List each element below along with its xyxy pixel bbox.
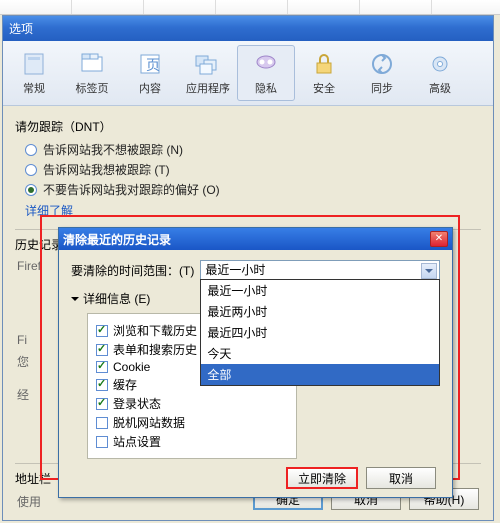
radio-icon (25, 164, 37, 176)
time-range-select[interactable]: 最近一小时 (200, 260, 440, 280)
check-label: 缓存 (113, 376, 137, 393)
tab-content-label: 内容 (139, 80, 161, 96)
clear-history-dialog: 清除最近的历史记录 ✕ 要清除的时间范围：(T) 最近一小时 最近一小时 最近两… (58, 227, 453, 498)
tab-tabs-label: 标签页 (76, 80, 109, 96)
check-site-settings[interactable]: 站点设置 (96, 433, 288, 450)
check-logins[interactable]: 登录状态 (96, 395, 288, 412)
tab-general[interactable]: 常规 (5, 45, 63, 101)
checkbox-icon (96, 379, 108, 391)
tab-general-label: 常规 (23, 80, 45, 96)
dialog-cancel-button[interactable]: 取消 (366, 467, 436, 489)
checkbox-icon (96, 344, 108, 356)
check-offline-data[interactable]: 脱机网站数据 (96, 414, 288, 431)
svg-text:页: 页 (146, 57, 160, 73)
dnt-option-label: 不要告诉网站我对跟踪的偏好 (O) (43, 181, 220, 198)
dnt-option-none[interactable]: 不要告诉网站我对跟踪的偏好 (O) (25, 181, 481, 198)
tab-privacy-label: 隐私 (255, 80, 277, 96)
tab-tabs[interactable]: 标签页 (63, 45, 121, 101)
radio-icon (25, 144, 37, 156)
titlebar: 选项 (3, 16, 493, 41)
tab-privacy[interactable]: 隐私 (237, 45, 295, 101)
gear-icon (426, 50, 454, 78)
toolbar: 常规 标签页 页 内容 应用程序 隐私 安全 同步 高级 (3, 41, 493, 106)
check-label: 浏览和下载历史 (113, 322, 197, 339)
dnt-learn-more-link[interactable]: 详细了解 (25, 202, 481, 219)
tab-security-label: 安全 (313, 80, 335, 96)
dropdown-option[interactable]: 最近一小时 (201, 280, 439, 301)
check-label: Cookie (113, 360, 150, 374)
dnt-heading: 请勿跟踪（DNT） (15, 118, 481, 135)
tab-applications-label: 应用程序 (186, 80, 230, 96)
details-label: 详细信息 (E) (83, 290, 150, 307)
tab-advanced[interactable]: 高级 (411, 45, 469, 101)
dropdown-option[interactable]: 全部 (201, 364, 439, 385)
close-button[interactable]: ✕ (430, 231, 448, 247)
check-label: 表单和搜索历史 (113, 341, 197, 358)
tab-sync[interactable]: 同步 (353, 45, 411, 101)
dnt-option-track[interactable]: 告诉网站我想被跟踪 (T) (25, 161, 481, 178)
applications-icon (194, 50, 222, 78)
dnt-option-label: 告诉网站我想被跟踪 (T) (43, 161, 170, 178)
tab-content[interactable]: 页 内容 (121, 45, 179, 101)
clear-now-button[interactable]: 立即清除 (286, 467, 358, 489)
privacy-icon (252, 50, 280, 78)
general-icon (20, 50, 48, 78)
checkbox-icon (96, 398, 108, 410)
content-icon: 页 (136, 50, 164, 78)
tab-security[interactable]: 安全 (295, 45, 353, 101)
checkbox-icon (96, 417, 108, 429)
window-title: 选项 (9, 20, 33, 37)
checkbox-icon (96, 361, 108, 373)
dnt-option-no-track[interactable]: 告诉网站我不想被跟踪 (N) (25, 141, 481, 158)
dialog-titlebar: 清除最近的历史记录 ✕ (59, 228, 452, 250)
check-label: 脱机网站数据 (113, 414, 185, 431)
radio-icon (25, 184, 37, 196)
dropdown-option[interactable]: 最近四小时 (201, 322, 439, 343)
checkbox-icon (96, 436, 108, 448)
tab-applications[interactable]: 应用程序 (179, 45, 237, 101)
dropdown-option[interactable]: 最近两小时 (201, 301, 439, 322)
sync-icon (368, 50, 396, 78)
dnt-option-label: 告诉网站我不想被跟踪 (N) (43, 141, 183, 158)
time-range-label: 要清除的时间范围：(T) (71, 262, 194, 279)
check-label: 站点设置 (113, 433, 161, 450)
checkbox-icon (96, 325, 108, 337)
dialog-title: 清除最近的历史记录 (63, 231, 171, 248)
security-icon (310, 50, 338, 78)
check-label: 登录状态 (113, 395, 161, 412)
tabs-icon (78, 50, 106, 78)
background-window-strip (0, 0, 500, 15)
chevron-down-icon (71, 297, 79, 305)
tab-advanced-label: 高级 (429, 80, 451, 96)
tab-sync-label: 同步 (371, 80, 393, 96)
time-range-dropdown: 最近一小时 最近两小时 最近四小时 今天 全部 (200, 279, 440, 386)
dropdown-option[interactable]: 今天 (201, 343, 439, 364)
